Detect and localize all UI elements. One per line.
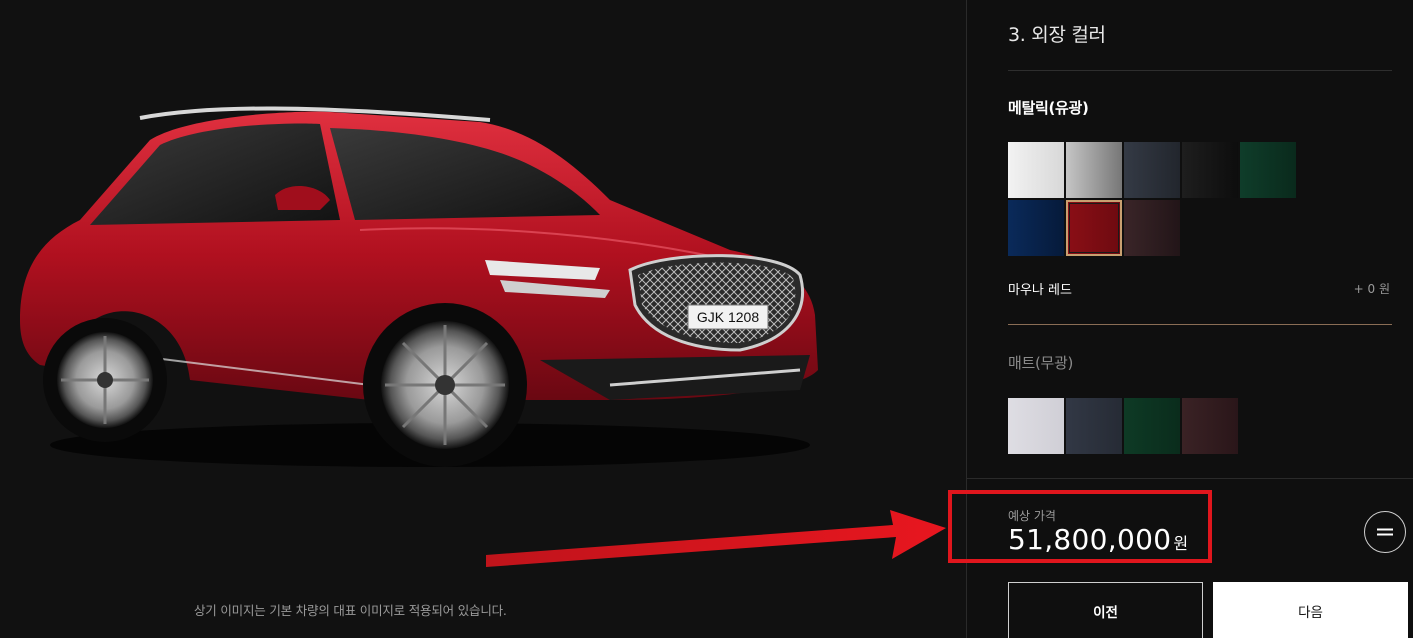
metallic-swatch-4[interactable]	[1182, 142, 1238, 198]
metallic-swatch-8[interactable]	[1124, 200, 1180, 256]
matte-swatch-4[interactable]	[1182, 398, 1238, 454]
matte-swatch-2[interactable]	[1066, 398, 1122, 454]
step-title: 3. 외장 컬러	[1008, 24, 1106, 46]
metallic-swatch-1[interactable]	[1008, 142, 1064, 198]
selected-color-name: 마우나 레드	[1008, 283, 1072, 298]
metallic-group-title: 메탈릭(유광)	[1008, 99, 1089, 117]
matte-group-title: 매트(무광)	[1008, 354, 1074, 372]
matte-swatch-3[interactable]	[1124, 398, 1180, 454]
configurator-panel: 3. 외장 컬러 메탈릭(유광) 마우나 레드 + 0 원 매트(무광) 예상 …	[966, 0, 1413, 638]
metallic-swatch-3[interactable]	[1124, 142, 1180, 198]
selected-color-price: + 0 원	[1353, 282, 1390, 296]
metallic-swatch-5[interactable]	[1240, 142, 1296, 198]
menu-icon	[1377, 528, 1393, 531]
metallic-swatch-grid	[1008, 142, 1296, 256]
prev-button[interactable]: 이전	[1008, 582, 1203, 638]
metallic-swatch-7[interactable]	[1066, 200, 1122, 256]
matte-swatch-1[interactable]	[1008, 398, 1064, 454]
matte-swatch-grid	[1008, 398, 1238, 454]
price-label: 예상 가격	[1008, 509, 1056, 523]
image-disclaimer: 상기 이미지는 기본 차량의 대표 이미지로 적용되어 있습니다.	[194, 603, 507, 618]
car-image: GJK 1208	[20, 106, 818, 467]
estimated-price: 51,800,000 원	[1008, 523, 1188, 556]
license-plate: GJK 1208	[697, 309, 759, 325]
next-button[interactable]: 다음	[1213, 582, 1408, 638]
price-amount: 51,800,000	[1008, 523, 1172, 556]
metallic-swatch-2[interactable]	[1066, 142, 1122, 198]
divider-accent	[1008, 324, 1392, 325]
metallic-swatch-6[interactable]	[1008, 200, 1064, 256]
car-stage: GJK 1208 상기 이미지는 기본 차량의 대표 이미지로 적용되어 있습니…	[0, 0, 966, 638]
price-area: 예상 가격 51,800,000 원 이전 다음	[967, 478, 1413, 638]
summary-menu-button[interactable]	[1364, 511, 1406, 553]
price-unit: 원	[1173, 534, 1189, 553]
divider	[1008, 70, 1392, 71]
